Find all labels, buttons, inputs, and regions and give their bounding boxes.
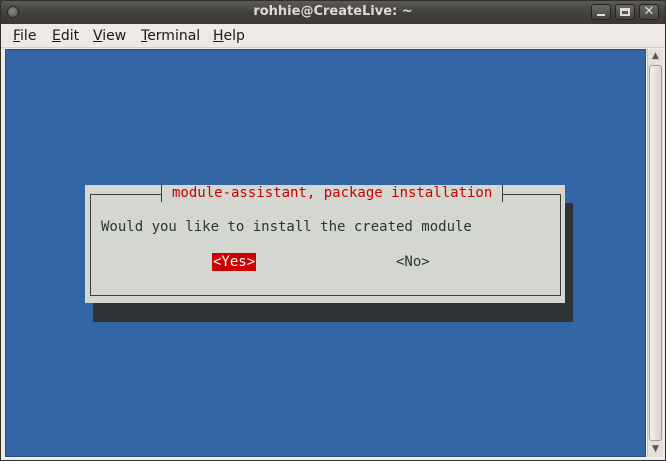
scroll-down-arrow-icon[interactable]: ▼ (648, 442, 663, 457)
minimize-button[interactable] (591, 4, 611, 20)
scroll-up-arrow-icon[interactable]: ▲ (648, 49, 663, 64)
dialog-frame (90, 194, 561, 296)
close-button[interactable]: ✕ (639, 4, 659, 20)
scroll-thumb[interactable] (649, 65, 662, 441)
maximize-button[interactable] (615, 4, 635, 20)
menu-edit[interactable]: Edit (52, 28, 79, 44)
title-bar[interactable]: rohhie@CreateLive: ~ ✕ (1, 1, 665, 24)
yes-button[interactable]: <Yes> (212, 253, 257, 271)
terminal-window: rohhie@CreateLive: ~ ✕ File Edit View Te… (0, 0, 666, 461)
menu-terminal[interactable]: Terminal (141, 28, 200, 44)
menu-file[interactable]: File (13, 28, 36, 44)
vertical-scrollbar[interactable]: ▲ ▼ (647, 49, 663, 457)
install-dialog: module-assistant, package installation W… (85, 185, 565, 303)
no-button[interactable]: <No> (396, 253, 430, 271)
window-title: rohhie@CreateLive: ~ (253, 4, 413, 19)
dialog-title: module-assistant, package installation (161, 185, 504, 202)
menu-bar: File Edit View Terminal Help (1, 24, 665, 48)
menu-help[interactable]: Help (213, 28, 245, 44)
maximize-icon (620, 8, 630, 16)
menu-view[interactable]: View (93, 28, 126, 44)
minimize-icon (597, 14, 605, 16)
close-icon: ✕ (643, 4, 655, 19)
dialog-message: Would you like to install the created mo… (101, 219, 472, 235)
